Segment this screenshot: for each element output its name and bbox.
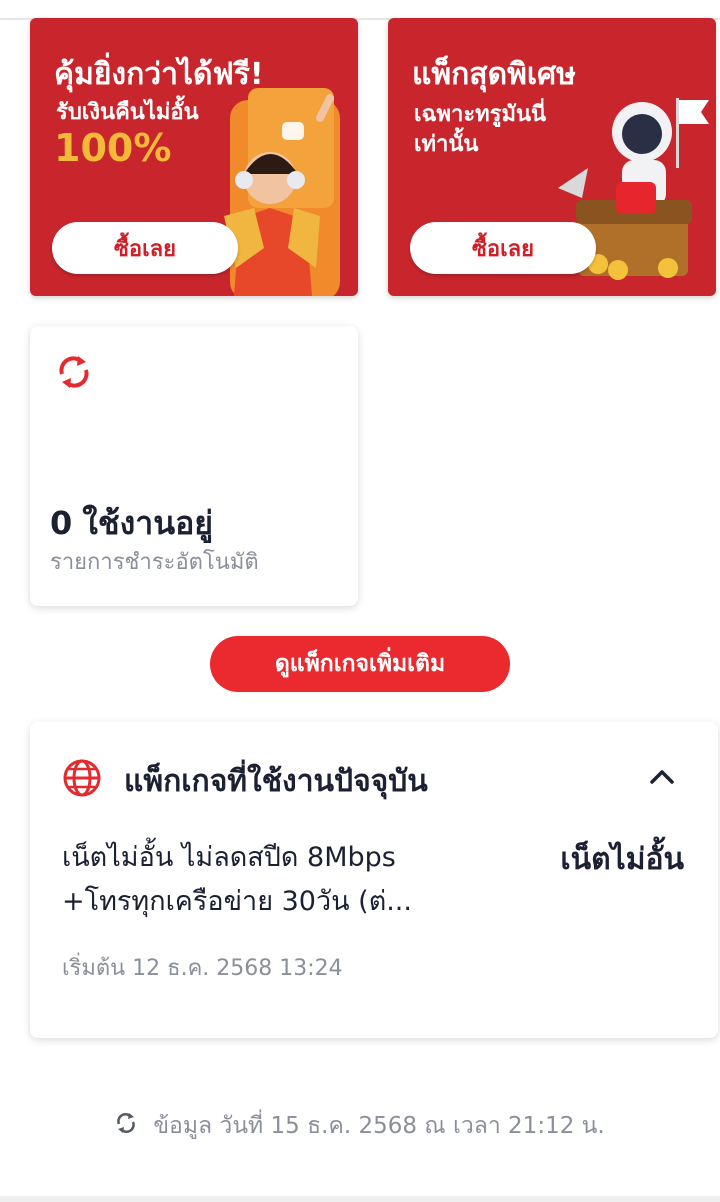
autopay-count-line: 0 ใช้งานอยู่	[50, 498, 223, 549]
banner-highlight: 100%	[54, 126, 172, 170]
current-package-card[interactable]: แพ็กเกจที่ใช้งานปัจจุบัน เน็ตไม่อั้น ไม่…	[30, 722, 718, 1038]
package-name: เน็ตไม่อั้น ไม่ลดสปีด 8Mbps +โทรทุกเครือ…	[62, 836, 482, 924]
updated-text: ข้อมูล วันที่ 15 ธ.ค. 2568 ณ เวลา 21:12 …	[153, 1113, 605, 1139]
banner-subline-2: เท่านั้น	[414, 132, 479, 157]
sync-icon[interactable]	[115, 1110, 137, 1142]
data-updated-footer: ข้อมูล วันที่ 15 ธ.ค. 2568 ณ เวลา 21:12 …	[0, 1108, 720, 1144]
globe-icon	[62, 758, 102, 802]
promo-banner-cashback[interactable]: คุ้มยิ่งกว่าได้ฟรี! รับเงินคืนไม่อั้น 10…	[30, 18, 358, 296]
buy-now-button[interactable]: ซื้อเลย	[52, 222, 238, 274]
autopay-count: 0	[50, 504, 73, 542]
package-name-line-1: เน็ตไม่อั้น ไม่ลดสปีด 8Mbps	[62, 842, 396, 873]
promo-banner-special-pack[interactable]: แพ็กสุดพิเศษ เฉพาะทรูมันนี่ เท่านั้น ซื้…	[388, 18, 716, 296]
package-type: เน็ตไม่อั้น	[560, 842, 684, 877]
autopay-label: รายการชำระอัตโนมัติ	[50, 550, 259, 575]
current-package-title: แพ็กเกจที่ใช้งานปัจจุบัน	[124, 764, 428, 799]
banner-subline: เฉพาะทรูมันนี่	[414, 102, 547, 127]
banner-headline: คุ้มยิ่งกว่าได้ฟรี!	[54, 57, 264, 92]
package-start-date: เริ่มต้น 12 ธ.ค. 2568 13:24	[62, 956, 343, 981]
autopay-status: ใช้งานอยู่	[82, 504, 214, 542]
chevron-up-icon[interactable]	[648, 766, 676, 790]
view-more-packages-button[interactable]: ดูแพ็กเกจเพิ่มเติม	[210, 636, 510, 692]
package-name-line-2: +โทรทุกเครือข่าย 30วัน (ต่...	[62, 886, 412, 917]
banner-headline: แพ็กสุดพิเศษ	[412, 57, 576, 92]
autopay-card[interactable]: 0 ใช้งานอยู่ รายการชำระอัตโนมัติ	[30, 326, 358, 606]
banner-subline: รับเงินคืนไม่อั้น	[56, 100, 199, 125]
refresh-icon	[56, 352, 92, 396]
bottom-divider	[0, 1196, 720, 1202]
buy-now-button[interactable]: ซื้อเลย	[410, 222, 596, 274]
